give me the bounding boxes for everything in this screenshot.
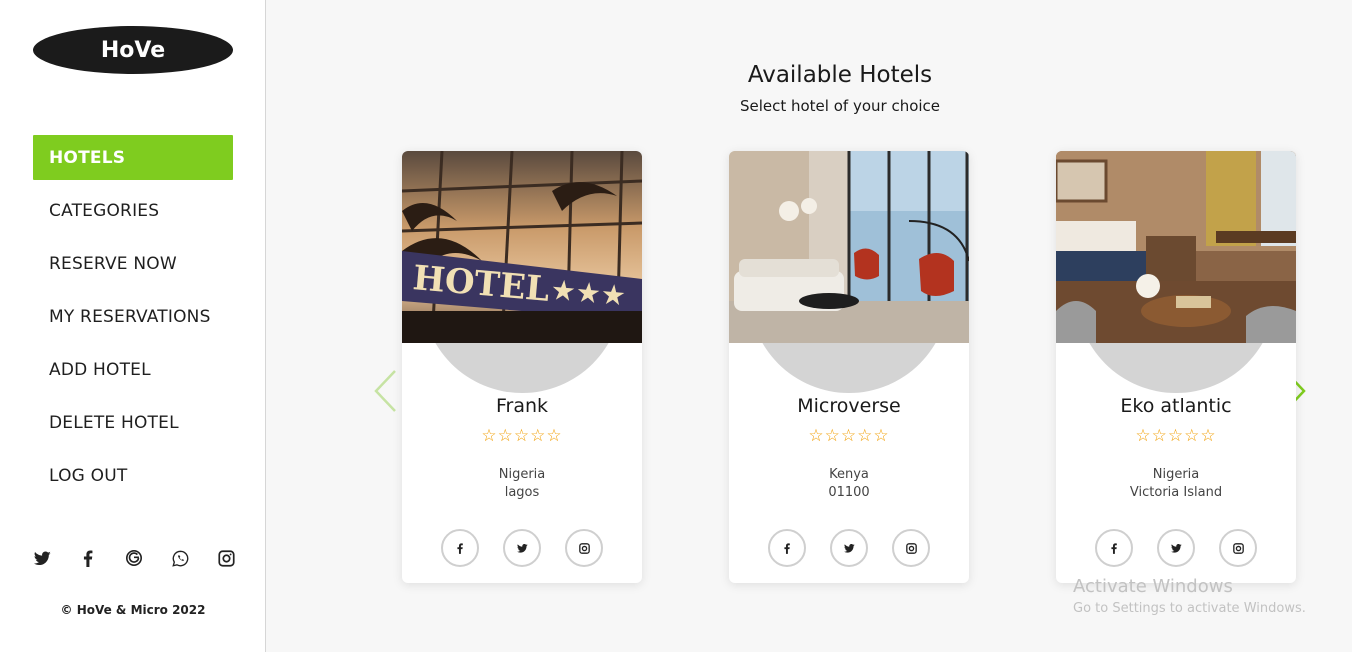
hotel-country: Nigeria <box>498 467 546 482</box>
hotel-city: Victoria Island <box>1129 485 1223 500</box>
twitter-icon <box>1170 543 1182 553</box>
whatsapp-icon[interactable] <box>168 546 192 570</box>
instagram-icon[interactable] <box>214 546 238 570</box>
instagram-button[interactable] <box>892 529 930 567</box>
svg-text:★★★: ★★★ <box>549 273 627 312</box>
hotel-city: 01100 <box>828 485 870 500</box>
sidebar-item-reserve-now[interactable]: RESERVE NOW <box>33 241 233 286</box>
chevron-left-icon <box>374 370 396 412</box>
sidebar-social-links <box>30 546 238 570</box>
hotel-name: Eko atlantic <box>1120 395 1232 417</box>
facebook-button[interactable] <box>1095 529 1133 567</box>
hotel-social-links <box>1095 529 1257 567</box>
sidebar-item-categories[interactable]: CATEGORIES <box>33 188 233 233</box>
hotel-social-links <box>441 529 603 567</box>
activate-windows-subtitle: Go to Settings to activate Windows. <box>1073 601 1306 616</box>
twitter-button[interactable] <box>503 529 541 567</box>
logo-text: HoVe <box>100 37 166 63</box>
instagram-button[interactable] <box>565 529 603 567</box>
hotel-country: Kenya <box>829 467 869 482</box>
sidebar-item-log-out[interactable]: LOG OUT <box>33 453 233 498</box>
facebook-icon <box>457 542 463 554</box>
instagram-button[interactable] <box>1219 529 1257 567</box>
hotel-rating-stars: ☆☆☆☆☆ <box>481 426 563 446</box>
facebook-icon <box>1111 542 1117 554</box>
sidebar: HoVe HOTELS CATEGORIES RESERVE NOW MY RE… <box>0 0 266 652</box>
instagram-icon <box>905 542 917 554</box>
page-subtitle: Select hotel of your choice <box>739 97 941 115</box>
twitter-icon <box>516 543 528 553</box>
twitter-icon <box>843 543 855 553</box>
google-icon[interactable] <box>122 546 146 570</box>
twitter-button[interactable] <box>1157 529 1195 567</box>
hotel-photo <box>1056 151 1296 343</box>
logo[interactable]: HoVe <box>33 26 233 74</box>
activate-windows-title: Activate Windows <box>1073 576 1233 597</box>
facebook-button[interactable] <box>441 529 479 567</box>
hotel-social-links <box>768 529 930 567</box>
sidebar-item-hotels[interactable]: HOTELS <box>33 135 233 180</box>
twitter-button[interactable] <box>830 529 868 567</box>
hotel-card[interactable]: Microverse ☆☆☆☆☆ Kenya 01100 <box>729 151 969 583</box>
sidebar-nav: HOTELS CATEGORIES RESERVE NOW MY RESERVA… <box>33 135 233 506</box>
facebook-button[interactable] <box>768 529 806 567</box>
instagram-icon <box>1232 542 1244 554</box>
hotel-card[interactable]: HOTEL ★★★ Frank ☆☆☆☆☆ Nigeria lagos <box>402 151 642 583</box>
hotel-photo: HOTEL ★★★ <box>402 151 642 343</box>
hotel-photo <box>729 151 969 343</box>
sidebar-item-add-hotel[interactable]: ADD HOTEL <box>33 347 233 392</box>
sidebar-item-my-reservations[interactable]: MY RESERVATIONS <box>33 294 233 339</box>
hotel-country: Nigeria <box>1152 467 1200 482</box>
twitter-icon[interactable] <box>30 546 54 570</box>
copyright-text: © HoVe & Micro 2022 <box>60 603 206 617</box>
hotel-name: Frank <box>495 395 549 417</box>
instagram-icon <box>578 542 590 554</box>
hotel-city: lagos <box>504 485 540 500</box>
hotel-card[interactable]: Eko atlantic ☆☆☆☆☆ Nigeria Victoria Isla… <box>1056 151 1296 583</box>
hotel-rating-stars: ☆☆☆☆☆ <box>808 426 890 446</box>
sidebar-item-delete-hotel[interactable]: DELETE HOTEL <box>33 400 233 445</box>
facebook-icon <box>784 542 790 554</box>
hotel-name: Microverse <box>797 395 901 417</box>
facebook-icon[interactable] <box>76 546 100 570</box>
carousel-prev-button[interactable] <box>370 368 400 414</box>
page-title: Available Hotels <box>747 62 933 88</box>
hotel-rating-stars: ☆☆☆☆☆ <box>1135 426 1217 446</box>
